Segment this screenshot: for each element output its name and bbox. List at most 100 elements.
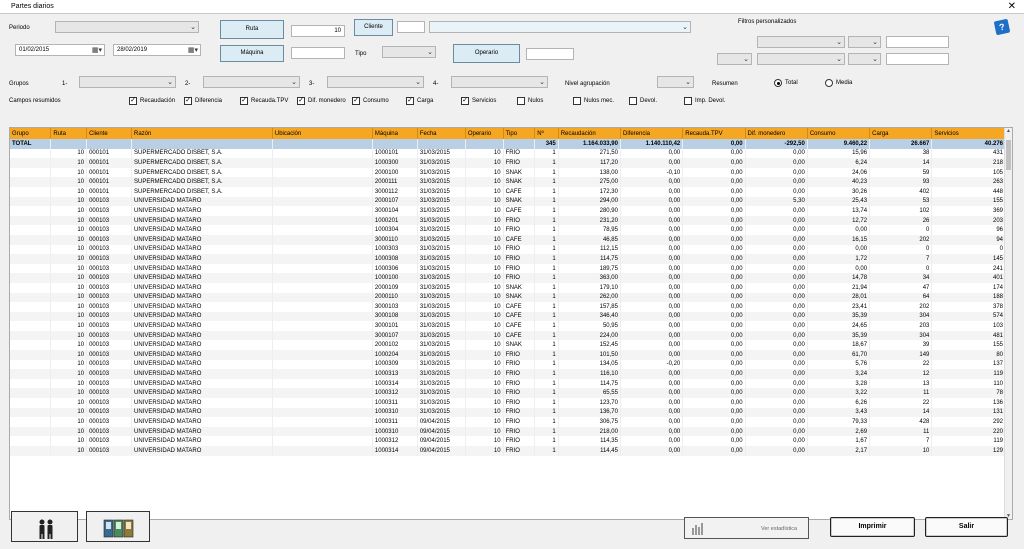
- operario-input[interactable]: [526, 48, 574, 60]
- table-row[interactable]: 10 000103 UNIVERSIDAD MATARO 1000201 31/03/2…: [10, 215, 1006, 226]
- table-row[interactable]: 10 000103 UNIVERSIDAD MATARO 1000308 31/03/2…: [10, 254, 1006, 264]
- campo-checkbox[interactable]: Nulos: [517, 96, 543, 106]
- campo-checkbox[interactable]: ✓ Dif. monedero: [297, 96, 346, 106]
- maquina-button[interactable]: Máquina: [220, 45, 284, 62]
- column-header[interactable]: Grupo: [10, 128, 52, 139]
- table-row[interactable]: 10 000103 UNIVERSIDAD MATARO 1000309 31/03/2…: [10, 359, 1006, 370]
- cliente-select[interactable]: ⌄: [429, 21, 691, 33]
- column-header[interactable]: Ubicación: [272, 128, 373, 139]
- column-header[interactable]: Carga: [869, 128, 933, 139]
- table-row[interactable]: 10 000101 SUPERMERCADO DISBET, S.A. 1000101…: [10, 148, 1006, 159]
- vertical-scrollbar[interactable]: ▲ ▼: [1004, 128, 1012, 519]
- table-row[interactable]: 10 000103 UNIVERSIDAD MATARO 1000312 09/04/2…: [10, 436, 1006, 446]
- filtro2-field-select[interactable]: ⌄: [757, 53, 845, 65]
- date-to-field[interactable]: 28/02/2019 ▦▾: [113, 44, 201, 56]
- table-row[interactable]: 10 000103 UNIVERSIDAD MATARO 1000310 09/04/2…: [10, 426, 1006, 437]
- table-row[interactable]: 10 000103 UNIVERSIDAD MATARO 1000304 31/03/2…: [10, 225, 1006, 235]
- table-row[interactable]: 10 000103 UNIVERSIDAD MATARO 1000100 31/03/2…: [10, 273, 1006, 283]
- ruta-input[interactable]: 10: [291, 25, 345, 37]
- filtro1-value-input[interactable]: [886, 36, 949, 48]
- tipo-select[interactable]: ⌄: [382, 46, 436, 58]
- nivel-select[interactable]: ⌄: [657, 76, 694, 88]
- table-row[interactable]: 10 000101 SUPERMERCADO DISBET, S.A. 2000111…: [10, 177, 1006, 187]
- column-header[interactable]: Recaudación: [558, 128, 621, 139]
- table-row[interactable]: 10 000103 UNIVERSIDAD MATARO 1000312 31/03/2…: [10, 388, 1006, 399]
- cliente-code-input[interactable]: [397, 21, 425, 33]
- table-row[interactable]: 10 000101 SUPERMERCADO DISBET, S.A. 1000300…: [10, 158, 1006, 168]
- campo-checkbox[interactable]: Nulos mec.: [573, 96, 614, 106]
- table-row[interactable]: 10 000103 UNIVERSIDAD MATARO 3000110 31/03/2…: [10, 234, 1006, 245]
- campo-checkbox[interactable]: ✓ Carga: [406, 96, 433, 106]
- table-row[interactable]: 10 000103 UNIVERSIDAD MATARO 1000314 09/04/2…: [10, 446, 1006, 456]
- ver-estadistica-button[interactable]: Ver estadística: [684, 517, 809, 539]
- campo-checkbox[interactable]: ✓ Diferencia: [184, 96, 222, 106]
- table-row[interactable]: 10 000103 UNIVERSIDAD MATARO 1000311 09/04/2…: [10, 417, 1006, 427]
- campo-checkbox[interactable]: Imp. Devol.: [684, 96, 725, 106]
- column-header[interactable]: Recauda.TPV: [682, 128, 746, 139]
- resumen-total-radio[interactable]: Total: [774, 78, 798, 88]
- operario-button[interactable]: Operario: [453, 44, 520, 63]
- table-row[interactable]: 10 000103 UNIVERSIDAD MATARO 1000310 31/03/2…: [10, 407, 1006, 418]
- table-row[interactable]: 10 000101 SUPERMERCADO DISBET, S.A. 3000112…: [10, 186, 1006, 197]
- campo-checkbox[interactable]: ✓ Servicios: [461, 96, 496, 106]
- table-row[interactable]: 10 000103 UNIVERSIDAD MATARO 3000104 31/03/2…: [10, 206, 1006, 216]
- scroll-up-icon[interactable]: ▲: [1006, 128, 1011, 134]
- column-header[interactable]: Razón: [131, 128, 273, 139]
- salir-button[interactable]: Salir: [925, 517, 1008, 537]
- campo-checkbox[interactable]: Devol.: [629, 96, 657, 106]
- periodo-select[interactable]: ⌄: [55, 21, 199, 33]
- table-row[interactable]: 10 000103 UNIVERSIDAD MATARO 2000107 31/03/2…: [10, 196, 1006, 207]
- column-header[interactable]: Diferencia: [620, 128, 684, 139]
- help-icon[interactable]: ?: [993, 18, 1011, 36]
- column-header[interactable]: Máquina: [372, 128, 418, 139]
- results-grid[interactable]: Grupo Ruta Cliente Razón Ubicación Máquina Fec…: [9, 127, 1013, 520]
- column-header[interactable]: Consumo: [807, 128, 871, 139]
- machines-button[interactable]: [86, 511, 150, 542]
- column-header[interactable]: Servicios: [931, 128, 1006, 139]
- table-row[interactable]: 10 000103 UNIVERSIDAD MATARO 3000103 31/03/2…: [10, 302, 1006, 312]
- column-header[interactable]: Operario: [465, 128, 504, 139]
- filtro1-op-select[interactable]: ⌄: [848, 36, 881, 48]
- maquina-input[interactable]: [291, 47, 345, 59]
- column-header[interactable]: Nº: [534, 128, 559, 139]
- column-header[interactable]: Cliente: [86, 128, 132, 139]
- table-row[interactable]: 10 000103 UNIVERSIDAD MATARO 1000303 31/03/2…: [10, 244, 1006, 255]
- column-header[interactable]: Dif. monedero: [745, 128, 808, 139]
- table-row[interactable]: 10 000103 UNIVERSIDAD MATARO 2000110 31/03/2…: [10, 292, 1006, 303]
- people-button[interactable]: [11, 511, 78, 542]
- campo-checkbox[interactable]: ✓ Recaudación: [129, 96, 175, 106]
- table-row[interactable]: 10 000101 SUPERMERCADO DISBET, S.A. 2000100…: [10, 167, 1006, 178]
- table-row[interactable]: 10 000103 UNIVERSIDAD MATARO 2000109 31/03/2…: [10, 282, 1006, 293]
- column-header[interactable]: Fecha: [417, 128, 466, 139]
- table-row[interactable]: 10 000103 UNIVERSIDAD MATARO 3000108 31/03/2…: [10, 311, 1006, 322]
- ruta-button[interactable]: Ruta: [220, 20, 284, 39]
- table-row[interactable]: 10 000103 UNIVERSIDAD MATARO 1000314 31/03/2…: [10, 378, 1006, 389]
- table-row[interactable]: 10 000103 UNIVERSIDAD MATARO 3000107 31/03/2…: [10, 330, 1006, 341]
- table-row[interactable]: 10 000103 UNIVERSIDAD MATARO 3000101 31/03/2…: [10, 321, 1006, 331]
- table-row[interactable]: 10 000103 UNIVERSIDAD MATARO 1000306 31/03/2…: [10, 263, 1006, 274]
- total-row[interactable]: TOTAL 345 1.164.033,90 1.140.110,42 0,00 -292…: [10, 139, 1006, 149]
- imprimir-button[interactable]: Imprimir: [830, 517, 915, 537]
- campo-checkbox[interactable]: ✓ Recauda.TPV: [240, 96, 288, 106]
- table-row[interactable]: 10 000103 UNIVERSIDAD MATARO 1000313 31/03/2…: [10, 369, 1006, 379]
- scroll-thumb[interactable]: [1006, 140, 1011, 170]
- grupo-4-select[interactable]: ⌄: [451, 76, 548, 88]
- calendar-icon[interactable]: ▦▾: [92, 46, 102, 55]
- table-row[interactable]: 10 000103 UNIVERSIDAD MATARO 2000102 31/03/2…: [10, 340, 1006, 351]
- filtro2-op-select[interactable]: ⌄: [848, 53, 881, 65]
- date-from-field[interactable]: 01/02/2015 ▦▾: [15, 44, 105, 56]
- close-icon[interactable]: ✕: [1008, 1, 1016, 12]
- grupo-1-select[interactable]: ⌄: [79, 76, 176, 88]
- campo-checkbox[interactable]: ✓ Consumo: [352, 96, 389, 106]
- calendar-icon[interactable]: ▦▾: [188, 46, 198, 55]
- grupo-2-select[interactable]: ⌄: [203, 76, 300, 88]
- table-row[interactable]: 10 000103 UNIVERSIDAD MATARO 1000311 31/03/2…: [10, 398, 1006, 408]
- resumen-media-radio[interactable]: Media: [825, 78, 852, 88]
- filtro-join-select[interactable]: ⌄: [717, 53, 752, 65]
- column-header[interactable]: Tipo: [503, 128, 536, 139]
- table-row[interactable]: 10 000103 UNIVERSIDAD MATARO 1000204 31/03/2…: [10, 350, 1006, 360]
- cliente-button[interactable]: Cliente: [354, 19, 393, 36]
- grupo-3-select[interactable]: ⌄: [327, 76, 424, 88]
- column-header[interactable]: Ruta: [50, 128, 88, 139]
- filtro1-field-select[interactable]: ⌄: [757, 36, 845, 48]
